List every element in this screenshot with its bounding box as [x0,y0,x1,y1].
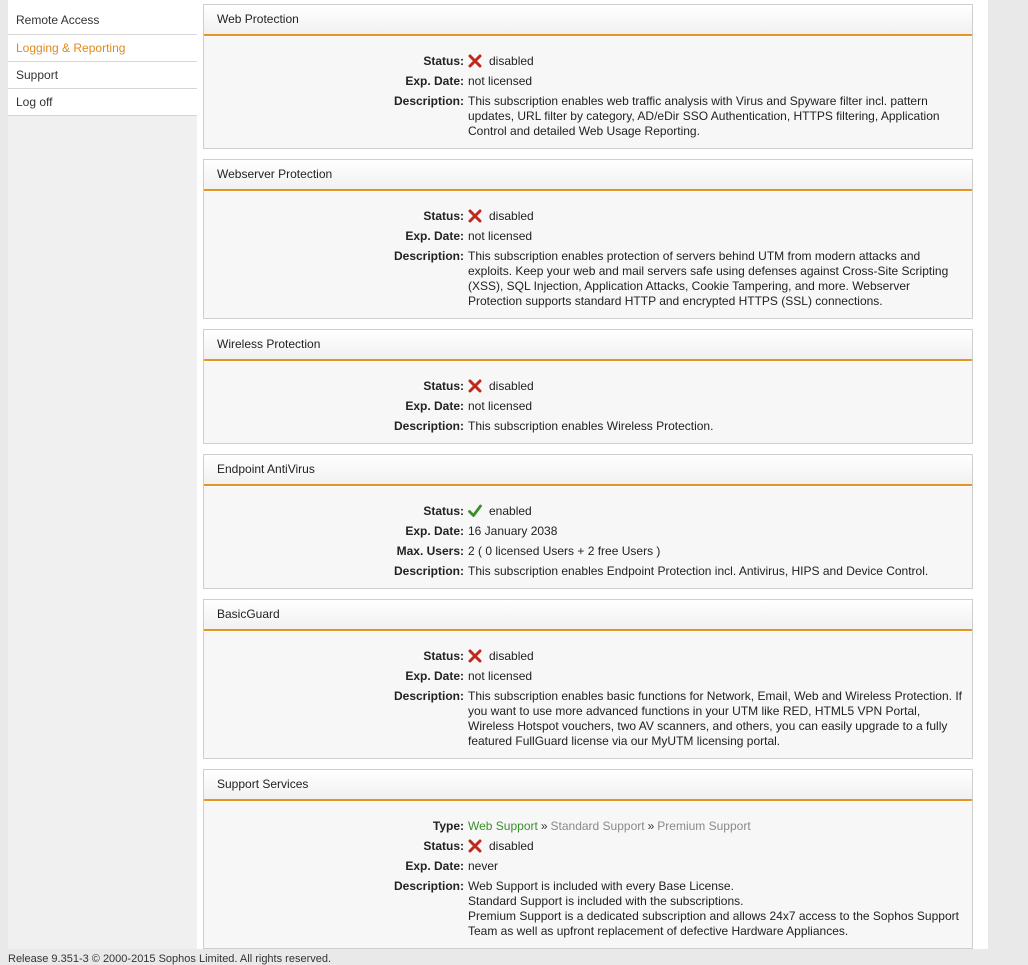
exp-date-label: Exp. Date: [405,229,464,243]
max-users-row: Max. Users: 2 ( 0 licensed Users + 2 fre… [204,544,972,559]
status-row: Status: enabled [204,504,972,519]
sidebar: Remote Access Logging & Reporting Suppor… [8,0,197,949]
panel-endpoint-antivirus: Endpoint AntiVirus Status: enabled Exp. … [203,454,973,589]
description-line: Premium Support is a dedicated subscript… [468,909,959,938]
description-value: This subscription enables protection of … [468,249,949,308]
status-label: Status: [423,839,464,853]
status-value: enabled [489,504,532,518]
status-value: disabled [489,209,534,223]
status-row: Status: disabled [204,209,972,224]
description-label: Description: [393,879,464,893]
type-web-support: Web Support [468,819,538,833]
status-row: Status: disabled [204,839,972,854]
description-value: Web Support is included with every Base … [468,879,966,939]
status-value: disabled [489,54,534,68]
panel-support-services: Support Services Type: Web Support» Stand… [203,769,973,949]
exp-date-label: Exp. Date: [405,524,464,538]
exp-date-value: 16 January 2038 [468,524,558,538]
status-label: Status: [423,54,464,68]
status-label: Status: [423,649,464,663]
panel-wireless-protection: Wireless Protection Status: disabled Exp… [203,329,973,444]
exp-date-value: never [468,859,499,873]
status-label: Status: [423,504,464,518]
status-label: Status: [423,379,464,393]
exp-date-label: Exp. Date: [405,74,464,88]
panel-title: BasicGuard [204,600,972,631]
description-label: Description: [393,419,464,433]
max-users-value: 2 ( 0 licensed Users + 2 free Users ) [468,544,661,558]
red-x-icon [468,209,482,223]
description-value: This subscription enables web traffic an… [468,94,940,138]
exp-date-row: Exp. Date: 16 January 2038 [204,524,972,539]
exp-date-value: not licensed [468,399,533,413]
description-value: This subscription enables Wireless Prote… [468,419,714,433]
panel-web-protection: Web Protection Status: disabled Exp. Dat… [203,4,973,149]
type-standard-support: Standard Support [550,819,645,833]
status-row: Status: disabled [204,379,972,394]
description-row: Description: This subscription enables w… [204,94,972,139]
panel-title: Support Services [204,770,972,801]
red-x-icon [468,379,482,393]
type-label: Type: [432,819,464,833]
description-row: Description: This subscription enables E… [204,564,972,579]
description-line: Standard Support is included with the su… [468,894,744,908]
description-label: Description: [393,689,464,703]
description-row: Description: This subscription enables b… [204,689,972,749]
red-x-icon [468,54,482,68]
status-value: disabled [489,379,534,393]
status-value: disabled [489,649,534,663]
sidebar-item-remote-access[interactable]: Remote Access [8,0,197,35]
status-label: Status: [423,209,464,223]
exp-date-label: Exp. Date: [405,669,464,683]
description-value: This subscription enables basic function… [468,689,962,748]
green-check-icon [468,504,482,518]
type-row: Type: Web Support» Standard Support» Premi… [204,819,972,834]
description-value: This subscription enables Endpoint Prote… [468,564,929,578]
max-users-label: Max. Users: [396,544,464,558]
sidebar-item-logging-reporting[interactable]: Logging & Reporting [8,35,197,62]
exp-date-value: not licensed [468,74,533,88]
exp-date-row: Exp. Date: not licensed [204,669,972,684]
footer-copyright: Release 9.351-3 © 2000-2015 Sophos Limit… [8,953,332,965]
panel-webserver-protection: Webserver Protection Status: disabled Ex… [203,159,973,319]
exp-date-value: not licensed [468,229,533,243]
status-row: Status: disabled [204,649,972,664]
sidebar-item-support[interactable]: Support [8,62,197,89]
status-row: Status: disabled [204,54,972,69]
exp-date-row: Exp. Date: not licensed [204,74,972,89]
type-separator: » [540,819,548,833]
description-row: Description: This subscription enables W… [204,419,972,434]
description-row: Description: This subscription enables p… [204,249,972,309]
type-premium-support: Premium Support [657,819,751,833]
red-x-icon [468,649,482,663]
exp-date-row: Exp. Date: never [204,859,972,874]
description-line: Web Support is included with every Base … [468,879,734,893]
status-value: disabled [489,839,534,853]
red-x-icon [468,839,482,853]
panel-basicguard: BasicGuard Status: disabled Exp. Date: n… [203,599,973,759]
panel-title: Web Protection [204,5,972,36]
exp-date-label: Exp. Date: [405,399,464,413]
description-label: Description: [393,94,464,108]
exp-date-row: Exp. Date: not licensed [204,399,972,414]
panel-title: Endpoint AntiVirus [204,455,972,486]
description-label: Description: [393,564,464,578]
panel-title: Webserver Protection [204,160,972,191]
exp-date-row: Exp. Date: not licensed [204,229,972,244]
description-label: Description: [393,249,464,263]
exp-date-value: not licensed [468,669,533,683]
sidebar-item-log-off[interactable]: Log off [8,89,197,116]
type-separator: » [647,819,655,833]
description-row: Description: Web Support is included wit… [204,879,972,939]
exp-date-label: Exp. Date: [405,859,464,873]
subscriptions-content: Web Protection Status: disabled Exp. Dat… [203,4,973,959]
panel-title: Wireless Protection [204,330,972,361]
